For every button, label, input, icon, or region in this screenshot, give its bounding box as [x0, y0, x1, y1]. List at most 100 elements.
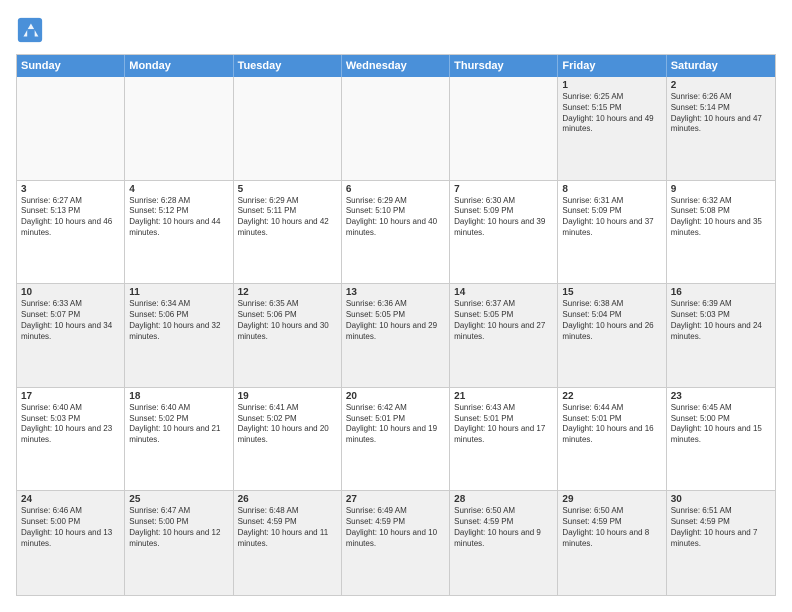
day-number: 16 [671, 287, 771, 298]
day-number: 22 [562, 391, 661, 402]
cell-info: Sunrise: 6:43 AMSunset: 5:01 PMDaylight:… [454, 403, 553, 446]
calendar-cell: 2Sunrise: 6:26 AMSunset: 5:14 PMDaylight… [667, 77, 775, 180]
cell-info: Sunrise: 6:50 AMSunset: 4:59 PMDaylight:… [562, 506, 661, 549]
day-number: 13 [346, 287, 445, 298]
weekday-header: Sunday [17, 55, 125, 77]
calendar-week-row: 3Sunrise: 6:27 AMSunset: 5:13 PMDaylight… [17, 181, 775, 285]
day-number: 4 [129, 184, 228, 195]
logo [16, 16, 48, 44]
calendar-cell: 29Sunrise: 6:50 AMSunset: 4:59 PMDayligh… [558, 491, 666, 595]
day-number: 5 [238, 184, 337, 195]
calendar-cell: 17Sunrise: 6:40 AMSunset: 5:03 PMDayligh… [17, 388, 125, 491]
cell-info: Sunrise: 6:34 AMSunset: 5:06 PMDaylight:… [129, 299, 228, 342]
calendar-cell: 25Sunrise: 6:47 AMSunset: 5:00 PMDayligh… [125, 491, 233, 595]
weekday-header: Wednesday [342, 55, 450, 77]
day-number: 17 [21, 391, 120, 402]
calendar-cell: 10Sunrise: 6:33 AMSunset: 5:07 PMDayligh… [17, 284, 125, 387]
day-number: 2 [671, 80, 771, 91]
cell-info: Sunrise: 6:35 AMSunset: 5:06 PMDaylight:… [238, 299, 337, 342]
cell-info: Sunrise: 6:26 AMSunset: 5:14 PMDaylight:… [671, 92, 771, 135]
cell-info: Sunrise: 6:40 AMSunset: 5:02 PMDaylight:… [129, 403, 228, 446]
day-number: 3 [21, 184, 120, 195]
calendar-week-row: 10Sunrise: 6:33 AMSunset: 5:07 PMDayligh… [17, 284, 775, 388]
calendar-cell: 6Sunrise: 6:29 AMSunset: 5:10 PMDaylight… [342, 181, 450, 284]
day-number: 9 [671, 184, 771, 195]
weekday-header: Saturday [667, 55, 775, 77]
calendar-cell: 1Sunrise: 6:25 AMSunset: 5:15 PMDaylight… [558, 77, 666, 180]
day-number: 24 [21, 494, 120, 505]
calendar-cell [17, 77, 125, 180]
calendar-cell [125, 77, 233, 180]
cell-info: Sunrise: 6:42 AMSunset: 5:01 PMDaylight:… [346, 403, 445, 446]
day-number: 26 [238, 494, 337, 505]
calendar-week-row: 24Sunrise: 6:46 AMSunset: 5:00 PMDayligh… [17, 491, 775, 595]
cell-info: Sunrise: 6:48 AMSunset: 4:59 PMDaylight:… [238, 506, 337, 549]
day-number: 23 [671, 391, 771, 402]
calendar-cell: 4Sunrise: 6:28 AMSunset: 5:12 PMDaylight… [125, 181, 233, 284]
calendar-week-row: 1Sunrise: 6:25 AMSunset: 5:15 PMDaylight… [17, 77, 775, 181]
weekday-header: Monday [125, 55, 233, 77]
calendar-cell: 7Sunrise: 6:30 AMSunset: 5:09 PMDaylight… [450, 181, 558, 284]
day-number: 15 [562, 287, 661, 298]
cell-info: Sunrise: 6:31 AMSunset: 5:09 PMDaylight:… [562, 196, 661, 239]
cell-info: Sunrise: 6:37 AMSunset: 5:05 PMDaylight:… [454, 299, 553, 342]
day-number: 29 [562, 494, 661, 505]
cell-info: Sunrise: 6:45 AMSunset: 5:00 PMDaylight:… [671, 403, 771, 446]
calendar-cell: 16Sunrise: 6:39 AMSunset: 5:03 PMDayligh… [667, 284, 775, 387]
calendar-cell: 8Sunrise: 6:31 AMSunset: 5:09 PMDaylight… [558, 181, 666, 284]
calendar-cell: 19Sunrise: 6:41 AMSunset: 5:02 PMDayligh… [234, 388, 342, 491]
cell-info: Sunrise: 6:44 AMSunset: 5:01 PMDaylight:… [562, 403, 661, 446]
weekday-header: Tuesday [234, 55, 342, 77]
header [16, 16, 776, 44]
weekday-header: Friday [558, 55, 666, 77]
calendar-cell: 3Sunrise: 6:27 AMSunset: 5:13 PMDaylight… [17, 181, 125, 284]
day-number: 11 [129, 287, 228, 298]
cell-info: Sunrise: 6:25 AMSunset: 5:15 PMDaylight:… [562, 92, 661, 135]
calendar-cell [342, 77, 450, 180]
calendar-cell: 26Sunrise: 6:48 AMSunset: 4:59 PMDayligh… [234, 491, 342, 595]
calendar-cell: 20Sunrise: 6:42 AMSunset: 5:01 PMDayligh… [342, 388, 450, 491]
day-number: 14 [454, 287, 553, 298]
day-number: 30 [671, 494, 771, 505]
calendar-cell: 12Sunrise: 6:35 AMSunset: 5:06 PMDayligh… [234, 284, 342, 387]
day-number: 27 [346, 494, 445, 505]
logo-icon [16, 16, 44, 44]
day-number: 28 [454, 494, 553, 505]
cell-info: Sunrise: 6:27 AMSunset: 5:13 PMDaylight:… [21, 196, 120, 239]
day-number: 25 [129, 494, 228, 505]
day-number: 8 [562, 184, 661, 195]
day-number: 18 [129, 391, 228, 402]
page: SundayMondayTuesdayWednesdayThursdayFrid… [0, 0, 792, 612]
calendar-cell: 18Sunrise: 6:40 AMSunset: 5:02 PMDayligh… [125, 388, 233, 491]
cell-info: Sunrise: 6:47 AMSunset: 5:00 PMDaylight:… [129, 506, 228, 549]
day-number: 1 [562, 80, 661, 91]
cell-info: Sunrise: 6:36 AMSunset: 5:05 PMDaylight:… [346, 299, 445, 342]
calendar-cell: 24Sunrise: 6:46 AMSunset: 5:00 PMDayligh… [17, 491, 125, 595]
cell-info: Sunrise: 6:49 AMSunset: 4:59 PMDaylight:… [346, 506, 445, 549]
cell-info: Sunrise: 6:33 AMSunset: 5:07 PMDaylight:… [21, 299, 120, 342]
calendar-cell [450, 77, 558, 180]
cell-info: Sunrise: 6:40 AMSunset: 5:03 PMDaylight:… [21, 403, 120, 446]
cell-info: Sunrise: 6:46 AMSunset: 5:00 PMDaylight:… [21, 506, 120, 549]
calendar-cell: 15Sunrise: 6:38 AMSunset: 5:04 PMDayligh… [558, 284, 666, 387]
calendar-cell: 27Sunrise: 6:49 AMSunset: 4:59 PMDayligh… [342, 491, 450, 595]
cell-info: Sunrise: 6:39 AMSunset: 5:03 PMDaylight:… [671, 299, 771, 342]
day-number: 12 [238, 287, 337, 298]
cell-info: Sunrise: 6:38 AMSunset: 5:04 PMDaylight:… [562, 299, 661, 342]
calendar-cell: 30Sunrise: 6:51 AMSunset: 4:59 PMDayligh… [667, 491, 775, 595]
day-number: 6 [346, 184, 445, 195]
cell-info: Sunrise: 6:28 AMSunset: 5:12 PMDaylight:… [129, 196, 228, 239]
calendar: SundayMondayTuesdayWednesdayThursdayFrid… [16, 54, 776, 596]
calendar-cell: 9Sunrise: 6:32 AMSunset: 5:08 PMDaylight… [667, 181, 775, 284]
day-number: 21 [454, 391, 553, 402]
calendar-cell: 22Sunrise: 6:44 AMSunset: 5:01 PMDayligh… [558, 388, 666, 491]
calendar-cell: 5Sunrise: 6:29 AMSunset: 5:11 PMDaylight… [234, 181, 342, 284]
calendar-cell: 23Sunrise: 6:45 AMSunset: 5:00 PMDayligh… [667, 388, 775, 491]
cell-info: Sunrise: 6:29 AMSunset: 5:10 PMDaylight:… [346, 196, 445, 239]
day-number: 7 [454, 184, 553, 195]
cell-info: Sunrise: 6:30 AMSunset: 5:09 PMDaylight:… [454, 196, 553, 239]
cell-info: Sunrise: 6:32 AMSunset: 5:08 PMDaylight:… [671, 196, 771, 239]
calendar-cell: 28Sunrise: 6:50 AMSunset: 4:59 PMDayligh… [450, 491, 558, 595]
cell-info: Sunrise: 6:29 AMSunset: 5:11 PMDaylight:… [238, 196, 337, 239]
cell-info: Sunrise: 6:41 AMSunset: 5:02 PMDaylight:… [238, 403, 337, 446]
